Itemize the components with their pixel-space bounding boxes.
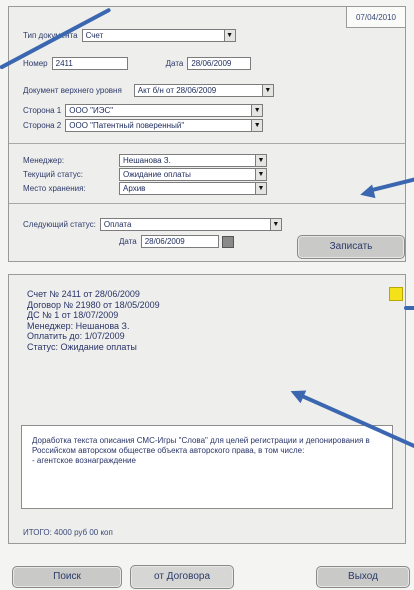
manager-select[interactable]: Нешанова З. ▼ bbox=[119, 154, 267, 167]
summary-line: Договор № 21980 от 18/05/2009 bbox=[27, 299, 160, 310]
doc-number-label: Номер bbox=[23, 59, 48, 68]
chevron-down-icon[interactable]: ▼ bbox=[255, 182, 267, 195]
side1-select[interactable]: ООО "ИЭС" ▼ bbox=[65, 104, 264, 117]
next-date-row: Дата 28/06/2009 bbox=[119, 235, 234, 248]
summary-line: Счет № 2411 от 28/06/2009 bbox=[27, 289, 140, 299]
storage-row: Место хранения: Архив ▼ bbox=[23, 182, 267, 195]
next-status-row: Следующий статус: Оплата ▼ bbox=[23, 218, 282, 231]
manager-value: Нешанова З. bbox=[119, 154, 255, 167]
parent-doc-label: Документ верхнего уровня bbox=[23, 86, 122, 95]
storage-select[interactable]: Архив ▼ bbox=[119, 182, 267, 195]
save-button[interactable]: Записать bbox=[297, 235, 405, 259]
next-status-label: Следующий статус: bbox=[23, 220, 96, 229]
summary-line: Менеджер: Нешанова З. bbox=[27, 320, 130, 331]
chevron-down-icon[interactable]: ▼ bbox=[255, 154, 267, 167]
current-status-select[interactable]: Ожидание оплаты ▼ bbox=[119, 168, 267, 181]
notes-textarea[interactable]: Доработка текста описания СМС-Игры "Слов… bbox=[21, 425, 393, 509]
next-date-field[interactable]: 28/06/2009 bbox=[140, 235, 219, 248]
chevron-down-icon[interactable]: ▼ bbox=[251, 119, 264, 132]
current-status-row: Текущий статус: Ожидание оплаты ▼ bbox=[23, 168, 267, 181]
chevron-down-icon[interactable]: ▼ bbox=[255, 168, 267, 181]
manager-label: Менеджер: bbox=[23, 156, 65, 165]
next-status-divider bbox=[9, 203, 405, 204]
parent-doc-value: Акт б/н от 28/06/2009 bbox=[133, 84, 262, 97]
doc-number-field[interactable]: 2411 bbox=[51, 57, 128, 70]
search-button[interactable]: Поиск bbox=[12, 566, 122, 588]
next-status-value: Оплата bbox=[99, 218, 270, 231]
flag-icon[interactable] bbox=[389, 287, 403, 301]
parent-doc-select[interactable]: Акт б/н от 28/06/2009 ▼ bbox=[133, 84, 274, 97]
storage-value: Архив bbox=[119, 182, 255, 195]
document-summary-panel: Счет № 2411 от 28/06/2009 Договор № 2198… bbox=[8, 274, 406, 544]
side2-select[interactable]: ООО "Патентный поверенный" ▼ bbox=[65, 119, 264, 132]
from-contract-button[interactable]: от Договора bbox=[130, 565, 234, 589]
summary-lines: Счет № 2411 от 28/06/2009 Договор № 2198… bbox=[27, 289, 160, 352]
summary-line: Оплатить до: 1/07/2009 bbox=[27, 331, 125, 341]
next-date-label: Дата bbox=[119, 237, 137, 246]
summary-line: Статус: Ожидание оплаты bbox=[27, 341, 137, 352]
doc-type-value: Счет bbox=[81, 29, 224, 42]
current-status-label: Текущий статус: bbox=[23, 170, 83, 179]
calendar-icon[interactable] bbox=[221, 235, 234, 248]
side1-label: Сторона 1 bbox=[23, 106, 62, 115]
parent-doc-row: Документ верхнего уровня Акт б/н от 28/0… bbox=[23, 84, 274, 97]
doc-type-select[interactable]: Счет ▼ bbox=[81, 29, 236, 42]
chevron-down-icon[interactable]: ▼ bbox=[269, 218, 282, 231]
chevron-down-icon[interactable]: ▼ bbox=[251, 104, 264, 117]
document-form-panel: 07/04/2010 Тип документа Счет ▼ Номер 24… bbox=[8, 6, 406, 262]
storage-label: Место хранения: bbox=[23, 184, 86, 193]
exit-button[interactable]: Выход bbox=[316, 566, 410, 588]
chevron-down-icon[interactable]: ▼ bbox=[261, 84, 274, 97]
annotation-arrow-flag bbox=[404, 306, 414, 310]
manager-row: Менеджер: Нешанова З. ▼ bbox=[23, 154, 267, 167]
status-section-divider bbox=[9, 143, 405, 144]
side1-value: ООО "ИЭС" bbox=[65, 104, 252, 117]
current-status-value: Ожидание оплаты bbox=[119, 168, 255, 181]
total-amount: ИТОГО: 4000 руб 00 коп bbox=[23, 528, 113, 537]
doc-date-field[interactable]: 28/06/2009 bbox=[187, 57, 252, 70]
doc-date-label: Дата bbox=[165, 59, 184, 68]
next-status-select[interactable]: Оплата ▼ bbox=[99, 218, 282, 231]
side1-row: Сторона 1 ООО "ИЭС" ▼ bbox=[23, 104, 264, 117]
summary-line: ДС № 1 от 18/07/2009 bbox=[27, 310, 119, 320]
side2-row: Сторона 2 ООО "Патентный поверенный" ▼ bbox=[23, 119, 264, 132]
doc-number-row: Номер 2411 Дата 28/06/2009 bbox=[23, 57, 252, 70]
current-date: 07/04/2010 bbox=[346, 6, 406, 28]
chevron-down-icon[interactable]: ▼ bbox=[223, 29, 236, 42]
side2-value: ООО "Патентный поверенный" bbox=[65, 119, 252, 132]
side2-label: Сторона 2 bbox=[23, 121, 62, 130]
